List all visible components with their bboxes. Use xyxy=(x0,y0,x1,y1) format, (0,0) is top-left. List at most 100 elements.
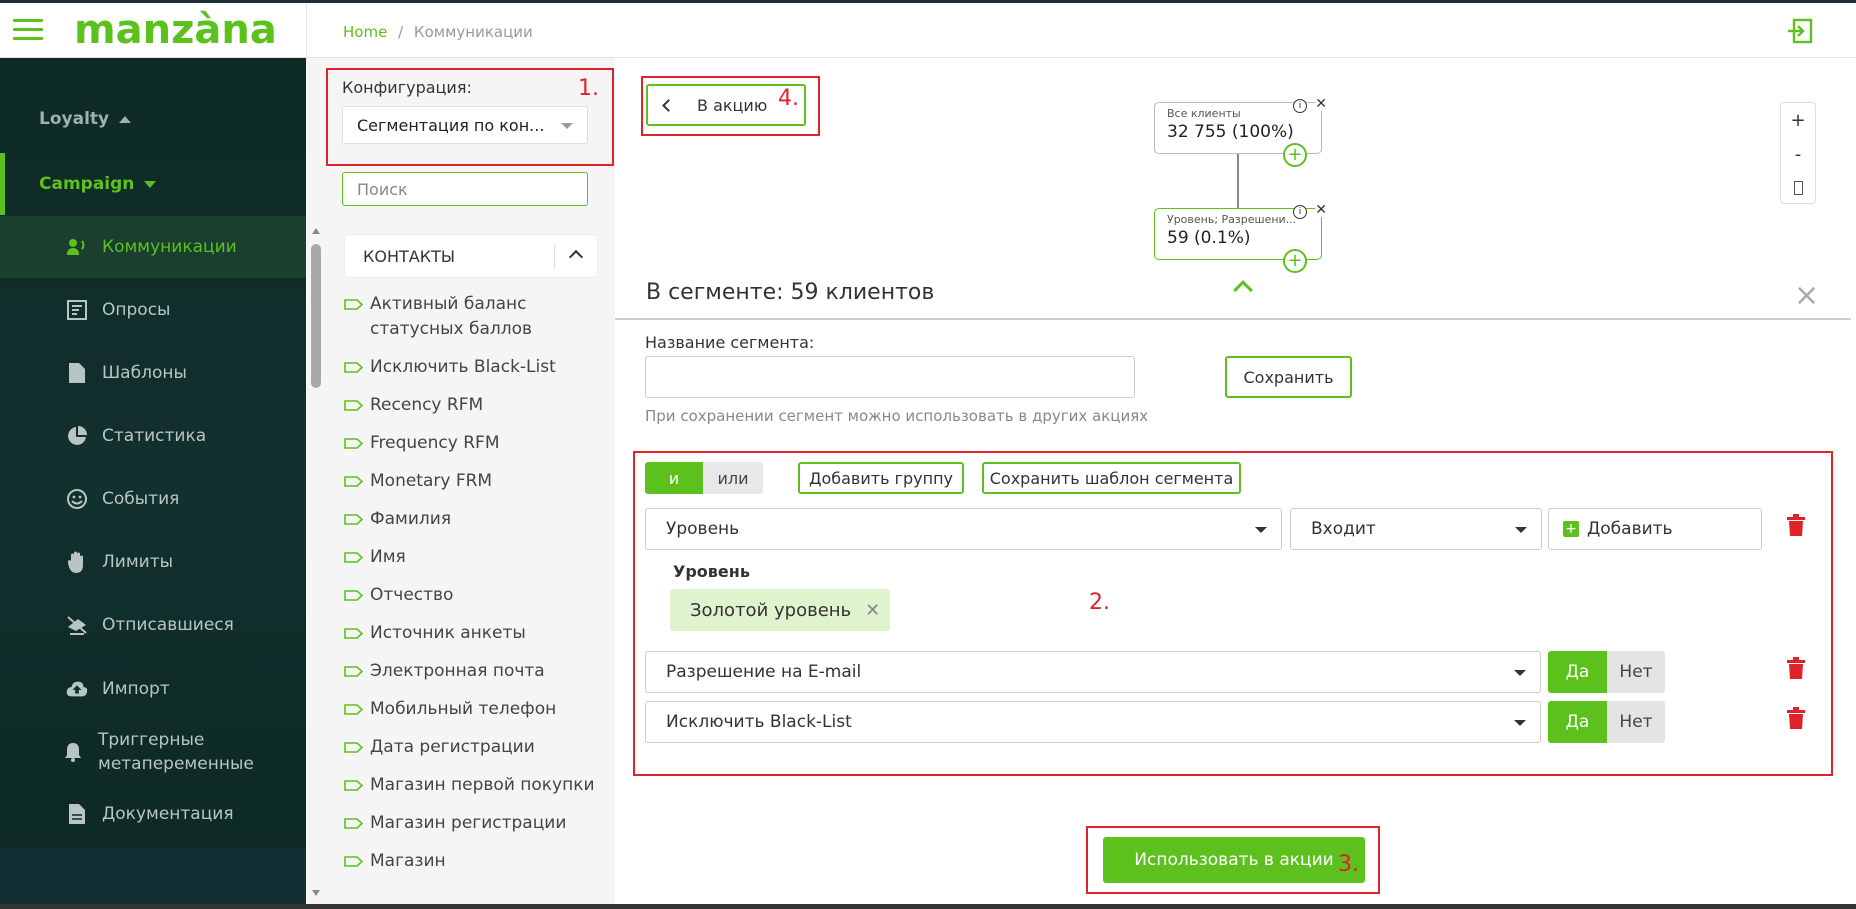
field-list-item[interactable]: Магазин xyxy=(344,849,606,874)
zoom-fit-button[interactable] xyxy=(1781,171,1815,205)
field-list-item[interactable]: Электронная почта xyxy=(344,659,606,684)
breadcrumb: Home / Коммуникации xyxy=(343,23,533,41)
chevron-up-icon[interactable] xyxy=(568,249,584,265)
segment-name-input[interactable] xyxy=(645,356,1135,398)
condition-operator-select[interactable]: Входит xyxy=(1290,508,1542,550)
collapse-chevron-up-icon[interactable] xyxy=(1233,280,1253,300)
annotation-number-1: 1. xyxy=(578,76,599,101)
dropdown-arrow-icon xyxy=(1514,720,1526,726)
field-list-item-label: Фамилия xyxy=(370,509,452,529)
scroll-down-arrow-icon[interactable] xyxy=(312,890,320,896)
delete-condition-icon[interactable] xyxy=(1787,657,1805,679)
condition-values-label: Уровень xyxy=(673,562,750,581)
topbar-divider xyxy=(306,3,307,61)
field-list-item-label: Исключить Black-List xyxy=(370,357,556,377)
annotation-box-1 xyxy=(326,68,614,166)
field-list-item[interactable]: Активный баланс статусных баллов xyxy=(344,292,606,342)
sidebar-section-label: Loyalty xyxy=(39,109,110,129)
field-list-item[interactable]: Магазин регистрации xyxy=(344,811,606,836)
sidebar-item-label: Отписавшиеся xyxy=(102,615,234,635)
remove-chip-icon[interactable]: ✕ xyxy=(865,600,880,621)
tag-icon xyxy=(344,818,363,829)
tag-icon xyxy=(344,299,363,310)
contacts-group-header[interactable]: КОНТАКТЫ xyxy=(344,234,598,278)
search-input[interactable] xyxy=(342,172,588,206)
scroll-up-arrow-icon[interactable] xyxy=(312,228,320,234)
sidebar-item-limits[interactable]: Лимиты xyxy=(0,531,306,593)
field-list-item[interactable]: Отчество xyxy=(344,583,606,608)
field-list-item[interactable]: Frequency RFM xyxy=(344,431,606,456)
add-node-icon[interactable]: + xyxy=(1283,249,1307,273)
field-list-item-label: Отчество xyxy=(370,585,454,605)
close-icon[interactable]: ✕ xyxy=(1315,203,1327,217)
condition-field-select[interactable]: Исключить Black-List xyxy=(645,701,1541,743)
info-icon[interactable]: i xyxy=(1293,99,1307,113)
breadcrumb-home-link[interactable]: Home xyxy=(343,23,387,41)
sidebar-section-campaign[interactable]: Campaign xyxy=(0,153,306,215)
no-button[interactable]: Нет xyxy=(1607,701,1665,743)
field-list-item-label: Recency RFM xyxy=(370,395,484,415)
condition-operator-value: Входит xyxy=(1311,519,1376,539)
sidebar-item-unsubscribed[interactable]: Отписавшиеся xyxy=(0,594,306,656)
field-list-item[interactable]: Monetary FRM xyxy=(344,469,606,494)
field-list-item[interactable]: Исключить Black-List xyxy=(344,355,606,380)
close-icon[interactable]: ✕ xyxy=(1315,97,1327,111)
close-segment-icon[interactable]: × xyxy=(1794,281,1819,311)
segment-count-title: В сегменте: 59 клиентов xyxy=(646,280,935,305)
tree-node-all-clients[interactable]: Все клиенты 32 755 (100%) i ✕ + xyxy=(1154,97,1327,167)
condition-field-value: Уровень xyxy=(666,519,740,539)
zoom-in-button[interactable]: + xyxy=(1781,103,1815,137)
contacts-group-label: КОНТАКТЫ xyxy=(363,246,455,266)
sidebar-item-import[interactable]: Импорт xyxy=(0,658,306,720)
megaphone-icon xyxy=(66,236,88,258)
yes-button[interactable]: Да xyxy=(1548,651,1607,693)
field-list-item[interactable]: Магазин первой покупки xyxy=(344,773,606,798)
tree-node-segment[interactable]: Уровень; Разрешени... 59 (0.1%) i ✕ + xyxy=(1154,203,1327,273)
add-group-button[interactable]: Добавить группу xyxy=(798,462,964,494)
sidebar-item-label: Статистика xyxy=(102,426,207,446)
field-list-item[interactable]: Recency RFM xyxy=(344,393,606,418)
condition-field-select[interactable]: Разрешение на E-mail xyxy=(645,651,1541,693)
info-icon[interactable]: i xyxy=(1293,205,1307,219)
logout-icon[interactable] xyxy=(1786,17,1814,45)
sidebar-item-surveys[interactable]: Опросы xyxy=(0,279,306,341)
field-list-item-label: Имя xyxy=(370,547,406,567)
field-list-scrollbar[interactable] xyxy=(311,228,321,898)
condition-field-value: Разрешение на E-mail xyxy=(666,662,862,682)
scrollbar-thumb[interactable] xyxy=(311,244,321,388)
field-list-item[interactable]: Фамилия xyxy=(344,507,606,532)
no-button[interactable]: Нет xyxy=(1607,651,1665,693)
condition-field-select[interactable]: Уровень xyxy=(645,508,1282,550)
segment-divider xyxy=(615,318,1851,320)
yes-button[interactable]: Да xyxy=(1548,701,1607,743)
field-list-item[interactable]: Дата регистрации xyxy=(344,735,606,760)
logic-toggle: и или xyxy=(645,462,763,494)
save-segment-button[interactable]: Сохранить xyxy=(1225,356,1352,398)
sidebar-section-loyalty[interactable]: Loyalty xyxy=(0,88,306,150)
sidebar-item-templates[interactable]: Шаблоны xyxy=(0,342,306,404)
annotation-number-3: 3. xyxy=(1338,852,1359,877)
field-list-item-label: Электронная почта xyxy=(370,661,545,681)
sidebar-item-communications[interactable]: Коммуникации xyxy=(0,216,306,278)
hamburger-menu-icon[interactable] xyxy=(13,19,43,43)
tag-icon xyxy=(344,362,363,373)
use-in-campaign-button[interactable]: Использовать в акции xyxy=(1103,837,1365,883)
save-template-button[interactable]: Сохранить шаблон сегмента xyxy=(982,462,1241,494)
field-list-item[interactable]: Мобильный телефон xyxy=(344,697,606,722)
field-list-item[interactable]: Источник анкеты xyxy=(344,621,606,646)
node-label: Все клиенты xyxy=(1167,107,1241,120)
logic-and-button[interactable]: и xyxy=(645,462,703,494)
delete-condition-icon[interactable] xyxy=(1787,707,1805,729)
sidebar-item-events[interactable]: События xyxy=(0,468,306,530)
sidebar-item-documentation[interactable]: Документация xyxy=(0,783,306,845)
zoom-out-button[interactable]: - xyxy=(1781,137,1815,171)
app-logo[interactable]: manzàna xyxy=(74,7,277,53)
field-list-item[interactable]: Имя xyxy=(344,545,606,570)
delete-condition-icon[interactable] xyxy=(1787,514,1805,536)
add-value-button[interactable]: + Добавить xyxy=(1548,508,1762,550)
sidebar-item-trigger-variables[interactable]: Триггерные метапеременные xyxy=(0,721,306,783)
logic-or-button[interactable]: или xyxy=(703,462,763,494)
value-chip: Золотой уровень ✕ xyxy=(670,589,891,631)
add-node-icon[interactable]: + xyxy=(1283,143,1307,167)
sidebar-item-statistics[interactable]: Статистика xyxy=(0,405,306,467)
